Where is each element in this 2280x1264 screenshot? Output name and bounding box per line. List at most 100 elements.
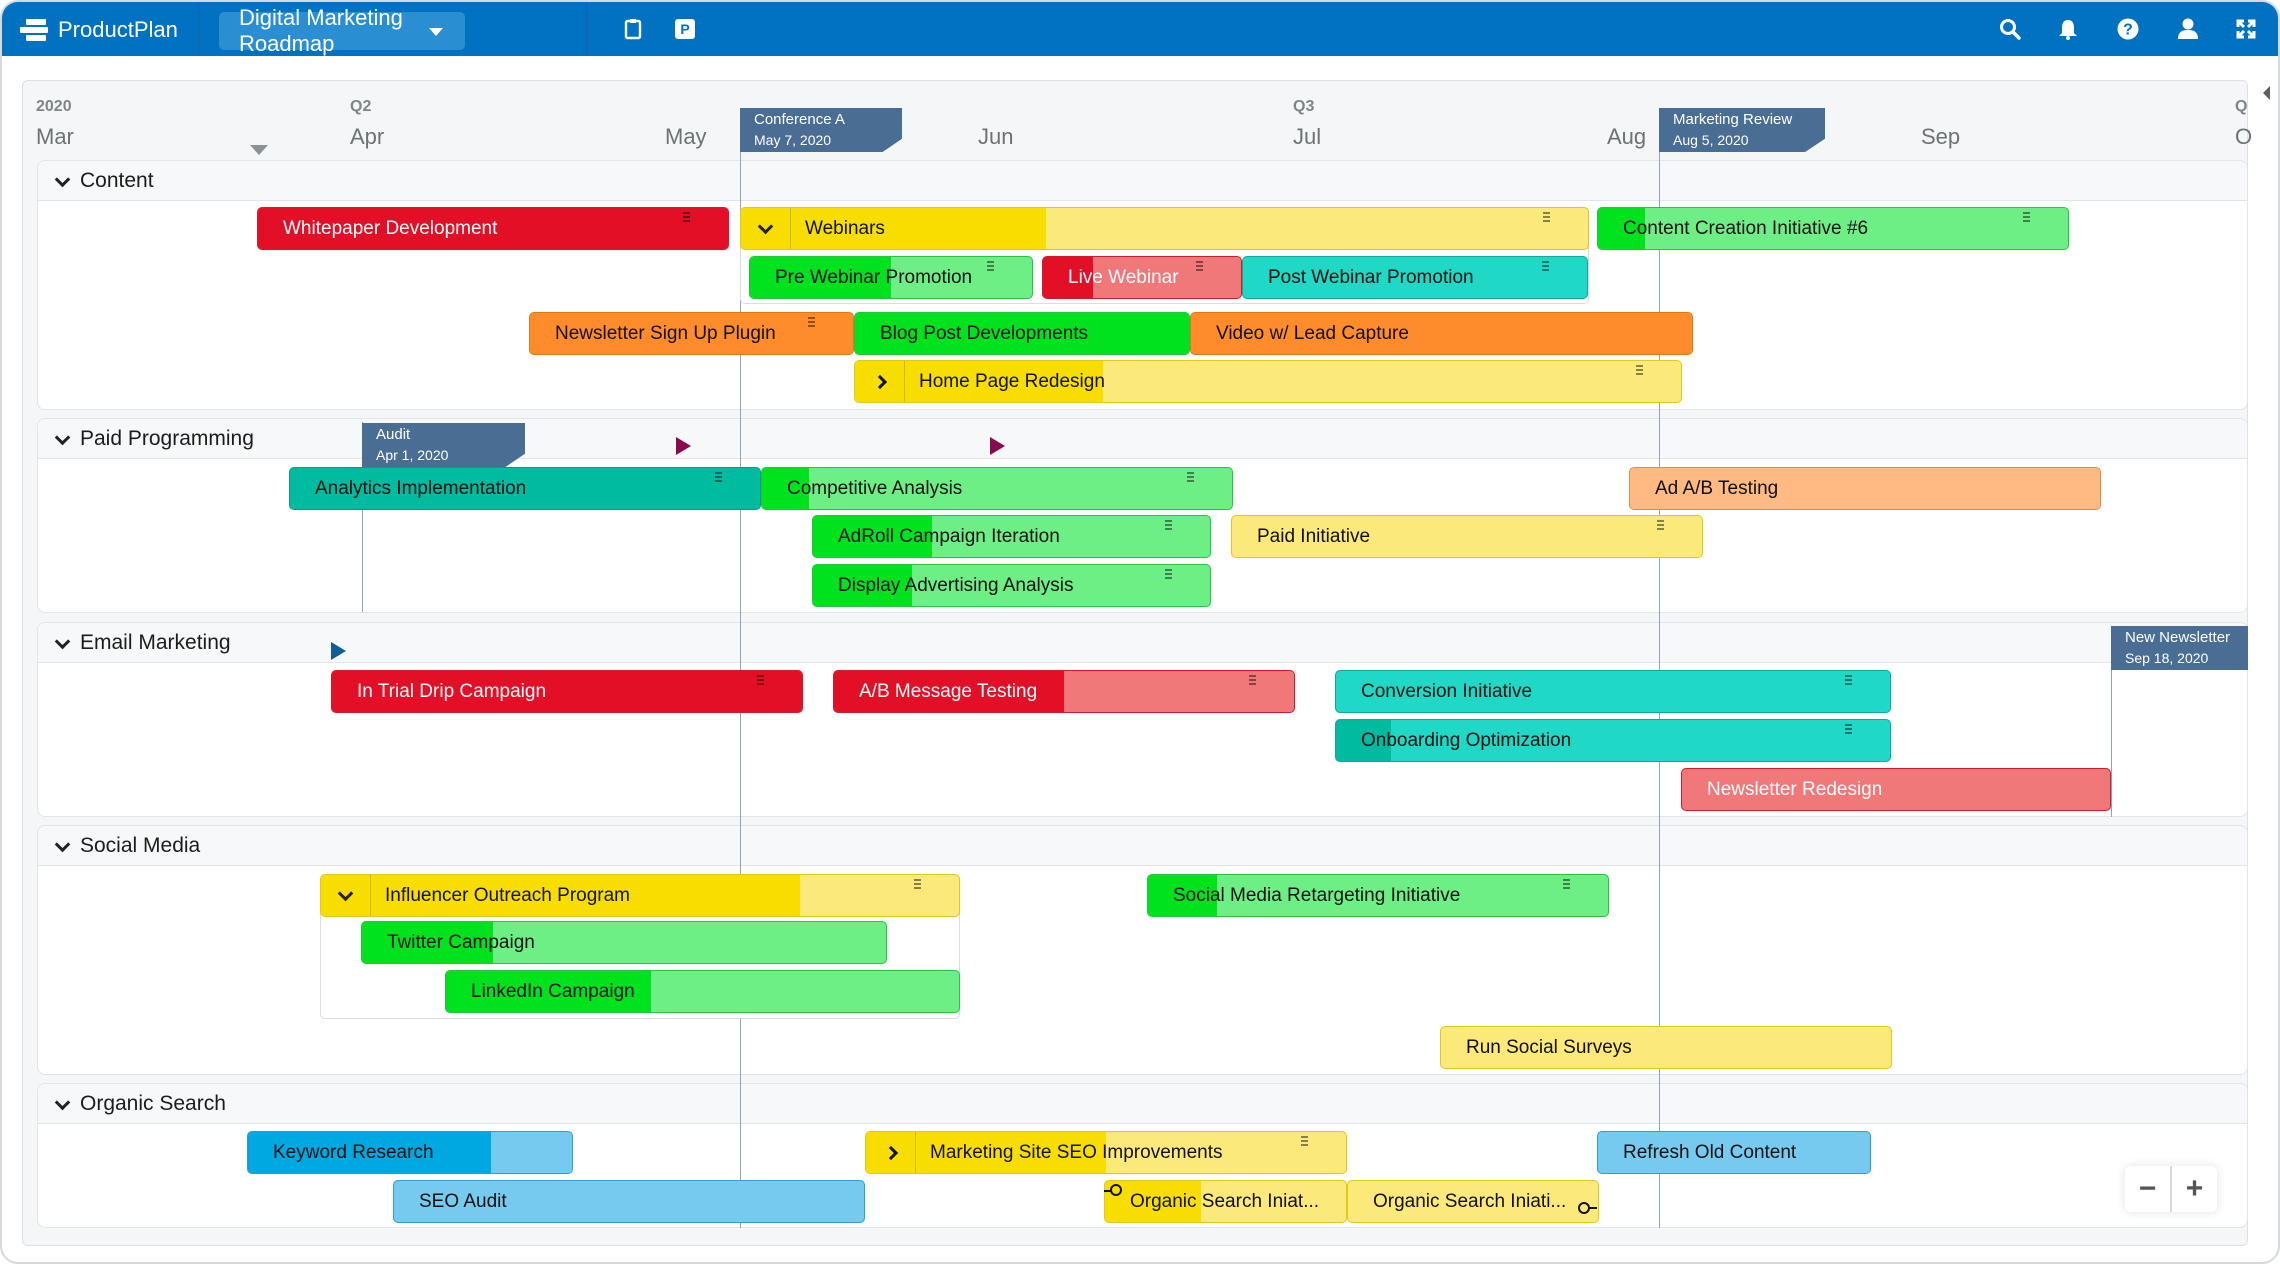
drag-handle-icon[interactable]	[1543, 212, 1550, 222]
container-bar[interactable]: Influencer Outreach Program	[320, 874, 960, 917]
lane-toggle[interactable]: Social Media	[53, 834, 200, 858]
timeline-scroll-caret-icon[interactable]	[250, 145, 268, 155]
drag-handle-icon[interactable]	[715, 472, 722, 482]
bar-label: AdRoll Campaign Iteration	[838, 525, 1060, 547]
bar[interactable]: LinkedIn Campaign	[445, 970, 960, 1013]
milestone-conference-a[interactable]: Conference A May 7, 2020	[740, 108, 902, 152]
drag-handle-icon[interactable]	[1301, 1136, 1308, 1146]
bar-label: SEO Audit	[419, 1190, 507, 1212]
drag-handle-icon[interactable]	[1845, 675, 1852, 685]
bar[interactable]: Refresh Old Content	[1597, 1131, 1871, 1174]
flag-icon[interactable]	[331, 642, 346, 660]
drag-handle-icon[interactable]	[1845, 724, 1852, 734]
milestone-new-newsletter[interactable]: New Newsletter Sep 18, 2020	[2111, 626, 2248, 670]
chevron-down-icon	[429, 28, 443, 36]
fullscreen-icon[interactable]	[2234, 17, 2258, 41]
collapse-panel-icon[interactable]	[2263, 86, 2270, 100]
expand-toggle[interactable]	[741, 208, 791, 249]
drag-handle-icon[interactable]	[1657, 520, 1664, 530]
bar[interactable]: Whitepaper Development	[257, 207, 729, 250]
milestone-date: May 7, 2020	[754, 132, 832, 148]
bar[interactable]: Content Creation Initiative #6	[1597, 207, 2069, 250]
bar[interactable]: Video w/ Lead Capture	[1190, 312, 1693, 355]
bar-label: Organic Search Iniat...	[1130, 1190, 1320, 1212]
drag-handle-icon[interactable]	[683, 212, 690, 222]
bar[interactable]: Analytics Implementation	[289, 467, 761, 510]
lane-header: Organic Search	[38, 1084, 2247, 1124]
drag-handle-icon[interactable]	[2023, 212, 2030, 222]
bar[interactable]: Twitter Campaign	[361, 921, 887, 964]
lane-toggle[interactable]: Email Marketing	[53, 631, 231, 655]
drag-handle-icon[interactable]	[1196, 261, 1203, 271]
bar[interactable]: Pre Webinar Promotion	[749, 256, 1033, 299]
flag-icon[interactable]	[676, 437, 691, 455]
bar-label: Twitter Campaign	[387, 931, 535, 953]
axis-year: 2020	[36, 98, 72, 115]
bar[interactable]: A/B Message Testing	[833, 670, 1295, 713]
lane-toggle[interactable]: Content	[53, 169, 154, 193]
bar[interactable]: Keyword Research	[247, 1131, 573, 1174]
container-bar[interactable]: Marketing Site SEO Improvements	[865, 1131, 1347, 1174]
drag-handle-icon[interactable]	[1636, 365, 1643, 375]
drag-handle-icon[interactable]	[914, 879, 921, 889]
user-icon[interactable]	[2176, 17, 2200, 41]
bar[interactable]: Onboarding Optimization	[1335, 719, 1891, 762]
bar[interactable]: Paid Initiative	[1231, 515, 1703, 558]
clipboard-icon[interactable]	[621, 17, 645, 41]
axis-month: Sep	[1921, 124, 1961, 149]
drag-handle-icon[interactable]	[1165, 520, 1172, 530]
drag-handle-icon[interactable]	[987, 261, 994, 271]
lane-toggle[interactable]: Paid Programming	[53, 427, 254, 451]
drag-handle-icon[interactable]	[1542, 261, 1549, 271]
drag-handle-icon[interactable]	[757, 675, 764, 685]
drag-handle-icon[interactable]	[1563, 879, 1570, 889]
bar[interactable]: Ad A/B Testing	[1629, 467, 2101, 510]
bar[interactable]: In Trial Drip Campaign	[331, 670, 803, 713]
milestone-audit[interactable]: Audit Apr 1, 2020	[362, 423, 525, 467]
drag-handle-icon[interactable]	[1165, 569, 1172, 579]
dependency-dot-icon[interactable]	[1110, 1184, 1122, 1196]
zoom-in-button[interactable]: +	[2172, 1166, 2217, 1212]
bar-label: In Trial Drip Campaign	[357, 680, 547, 702]
bar[interactable]: Blog Post Developments	[854, 312, 1190, 355]
chevron-down-icon	[54, 171, 71, 187]
expand-toggle[interactable]	[866, 1132, 916, 1173]
chevron-down-icon	[54, 836, 71, 852]
bar[interactable]: Organic Search Iniati...	[1347, 1180, 1599, 1223]
bar[interactable]: Competitive Analysis	[761, 467, 1233, 510]
expand-toggle[interactable]	[855, 361, 905, 402]
bar[interactable]: Conversion Initiative	[1335, 670, 1891, 713]
drag-handle-icon[interactable]	[1187, 472, 1194, 482]
zoom-out-button[interactable]: −	[2125, 1166, 2172, 1212]
bar[interactable]: Newsletter Sign Up Plugin	[529, 312, 854, 355]
drag-handle-icon[interactable]	[808, 317, 815, 327]
lane-toggle[interactable]: Organic Search	[53, 1092, 226, 1116]
help-icon[interactable]: ?	[2116, 17, 2140, 41]
bar[interactable]: Display Advertising Analysis	[812, 564, 1211, 607]
bar[interactable]: Organic Search Iniat...	[1104, 1180, 1347, 1223]
bar[interactable]: SEO Audit	[393, 1180, 865, 1223]
bar[interactable]: Post Webinar Promotion	[1242, 256, 1588, 299]
drag-handle-icon[interactable]	[1249, 675, 1256, 685]
flag-icon[interactable]	[990, 437, 1005, 455]
bar[interactable]: Run Social Surveys	[1440, 1026, 1892, 1069]
container-bar[interactable]: Webinars	[740, 207, 1589, 250]
milestone-marketing-review[interactable]: Marketing Review Aug 5, 2020	[1659, 108, 1825, 152]
parking-icon[interactable]: P	[673, 17, 697, 41]
bar[interactable]: AdRoll Campaign Iteration	[812, 515, 1211, 558]
search-icon[interactable]	[1998, 17, 2022, 41]
expand-toggle[interactable]	[321, 875, 371, 916]
milestone-name: New Newsletter	[2125, 629, 2231, 646]
bar[interactable]: Social Media Retargeting Initiative	[1147, 874, 1609, 917]
chevron-down-icon	[54, 1094, 71, 1110]
bar[interactable]: Live Webinar	[1042, 256, 1242, 299]
bar-label: Display Advertising Analysis	[838, 574, 1074, 596]
roadmap-selector[interactable]: Digital Marketing Roadmap	[219, 5, 465, 56]
bar-label: Newsletter Redesign	[1707, 778, 1883, 800]
bar-label: Webinars	[805, 217, 885, 239]
bell-icon[interactable]	[2056, 17, 2080, 41]
logo[interactable]: ProductPlan	[20, 16, 178, 44]
axis-month: O	[2235, 124, 2253, 149]
container-bar[interactable]: Home Page Redesign	[854, 360, 1682, 403]
bar[interactable]: Newsletter Redesign	[1681, 768, 2111, 811]
